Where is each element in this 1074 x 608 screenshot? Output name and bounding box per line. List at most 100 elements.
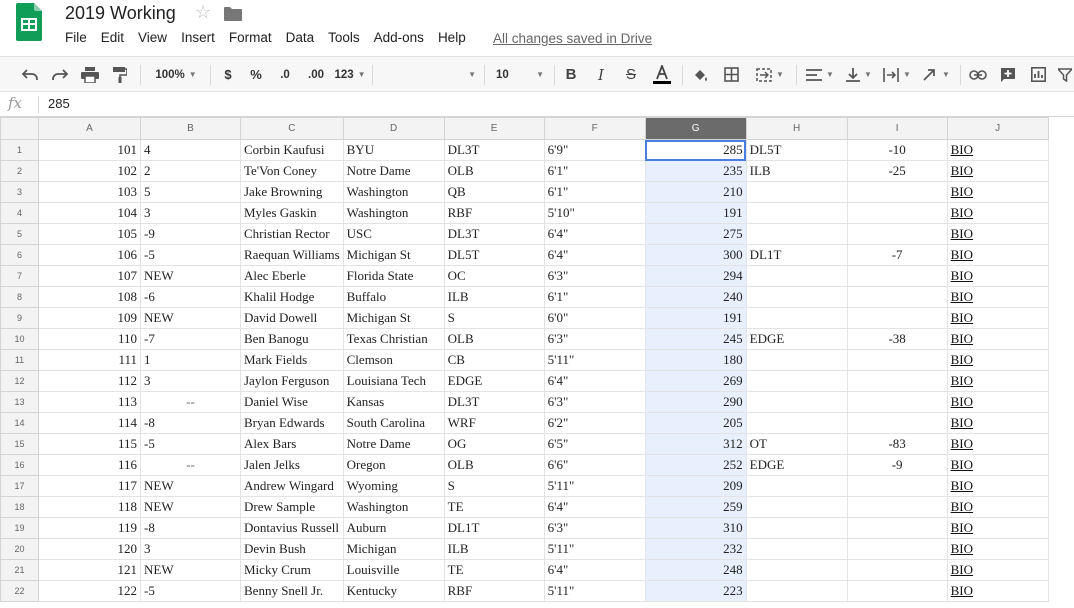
cell-h[interactable]: EDGE (745, 454, 848, 476)
cell-e[interactable]: ILB (443, 286, 545, 308)
cell-d[interactable]: Auburn (342, 517, 445, 539)
bio-link-cell[interactable]: BIO (946, 370, 1049, 392)
cell-d[interactable]: Michigan St (342, 307, 445, 329)
insert-chart-icon[interactable] (1026, 57, 1050, 92)
cell-c[interactable]: David Dowell (240, 307, 344, 329)
row-header[interactable]: 11 (0, 349, 39, 371)
cell-g[interactable]: 205 (644, 412, 747, 434)
cell-b[interactable]: NEW (140, 265, 241, 287)
row-header[interactable]: 7 (0, 265, 39, 287)
cell-b[interactable]: -- (140, 454, 241, 476)
cell-d[interactable]: Notre Dame (342, 433, 445, 455)
cell-d[interactable]: BYU (342, 139, 445, 161)
cell-e[interactable]: RBF (443, 202, 545, 224)
cell-e[interactable]: DL1T (443, 517, 545, 539)
cell-i[interactable] (846, 307, 948, 329)
cell-h[interactable] (745, 475, 848, 497)
bold-icon[interactable]: B (560, 57, 582, 92)
cell-d[interactable]: Washington (342, 496, 445, 518)
cell-b[interactable]: -5 (140, 433, 241, 455)
cell-a[interactable]: 116 (38, 454, 141, 476)
cell-e[interactable]: OC (443, 265, 545, 287)
cell-a[interactable]: 108 (38, 286, 141, 308)
cell-c[interactable]: Te'Von Coney (240, 160, 344, 182)
select-all-corner[interactable] (0, 117, 39, 140)
cell-f[interactable]: 5'11" (543, 349, 646, 371)
cell-i[interactable] (846, 412, 948, 434)
cell-f[interactable]: 6'1" (543, 181, 646, 203)
text-color-icon[interactable] (650, 57, 674, 92)
bio-link-cell[interactable]: BIO (946, 181, 1049, 203)
bio-link-cell[interactable]: BIO (946, 580, 1049, 602)
cell-e[interactable]: ILB (443, 538, 545, 560)
cell-f[interactable]: 6'3" (543, 391, 646, 413)
cell-h[interactable]: EDGE (745, 328, 848, 350)
menu-file[interactable]: File (58, 30, 94, 48)
cell-e[interactable]: RBF (443, 580, 545, 602)
bio-link-cell[interactable]: BIO (946, 391, 1049, 413)
cell-i[interactable] (846, 538, 948, 560)
cell-f[interactable]: 6'2" (543, 412, 646, 434)
cell-g[interactable]: 180 (644, 349, 747, 371)
cell-i[interactable] (846, 370, 948, 392)
cell-c[interactable]: Daniel Wise (240, 391, 344, 413)
cell-i[interactable] (846, 286, 948, 308)
borders-icon[interactable] (720, 57, 742, 92)
cell-b[interactable]: -8 (140, 412, 241, 434)
bio-link-cell[interactable]: BIO (946, 223, 1049, 245)
cell-b[interactable]: 2 (140, 160, 241, 182)
cell-i[interactable] (846, 475, 948, 497)
column-header-d[interactable]: D (342, 117, 445, 140)
cell-a[interactable]: 110 (38, 328, 141, 350)
print-icon[interactable] (78, 57, 102, 92)
cell-g[interactable]: 191 (644, 307, 747, 329)
cell-g[interactable]: 294 (644, 265, 747, 287)
cell-f[interactable]: 6'6" (543, 454, 646, 476)
cell-a[interactable]: 107 (38, 265, 141, 287)
font-size-select[interactable]: 10 ▼ (492, 57, 548, 92)
row-header[interactable]: 4 (0, 202, 39, 224)
cell-g[interactable]: 252 (644, 454, 747, 476)
cell-g[interactable]: 312 (644, 433, 747, 455)
cell-b[interactable]: -9 (140, 223, 241, 245)
cell-e[interactable]: TE (443, 496, 545, 518)
cell-f[interactable]: 6'4" (543, 370, 646, 392)
row-header[interactable]: 13 (0, 391, 39, 413)
cell-c[interactable]: Christian Rector (240, 223, 344, 245)
row-header[interactable]: 19 (0, 517, 39, 539)
row-header[interactable]: 8 (0, 286, 39, 308)
cell-a[interactable]: 115 (38, 433, 141, 455)
row-header[interactable]: 14 (0, 412, 39, 434)
cell-e[interactable]: DL3T (443, 139, 545, 161)
insert-link-icon[interactable] (966, 57, 990, 92)
cell-a[interactable]: 111 (38, 349, 141, 371)
cell-b[interactable]: -7 (140, 328, 241, 350)
row-header[interactable]: 18 (0, 496, 39, 518)
cell-g[interactable]: 285 (644, 139, 747, 161)
cell-a[interactable]: 118 (38, 496, 141, 518)
cell-d[interactable]: Michigan St (342, 244, 445, 266)
row-header[interactable]: 16 (0, 454, 39, 476)
cell-g[interactable]: 209 (644, 475, 747, 497)
row-header[interactable]: 20 (0, 538, 39, 560)
cell-c[interactable]: Ben Banogu (240, 328, 344, 350)
row-header[interactable]: 10 (0, 328, 39, 350)
column-header-e[interactable]: E (443, 117, 545, 140)
cell-d[interactable]: Louisville (342, 559, 445, 581)
cell-h[interactable] (745, 223, 848, 245)
cell-c[interactable]: Raequan Williams (240, 244, 344, 266)
filter-icon[interactable] (1056, 57, 1074, 92)
cell-c[interactable]: Jaylon Ferguson (240, 370, 344, 392)
cell-e[interactable]: DL5T (443, 244, 545, 266)
cell-h[interactable] (745, 538, 848, 560)
cell-a[interactable]: 104 (38, 202, 141, 224)
increase-decimals-button[interactable]: .00 (302, 57, 330, 92)
cell-i[interactable]: -10 (846, 139, 948, 161)
decrease-decimals-button[interactable]: .0 (274, 57, 296, 92)
cell-b[interactable]: NEW (140, 307, 241, 329)
cell-c[interactable]: Micky Crum (240, 559, 344, 581)
cell-c[interactable]: Alec Eberle (240, 265, 344, 287)
cell-g[interactable]: 310 (644, 517, 747, 539)
cell-e[interactable]: OLB (443, 160, 545, 182)
cell-b[interactable]: NEW (140, 496, 241, 518)
